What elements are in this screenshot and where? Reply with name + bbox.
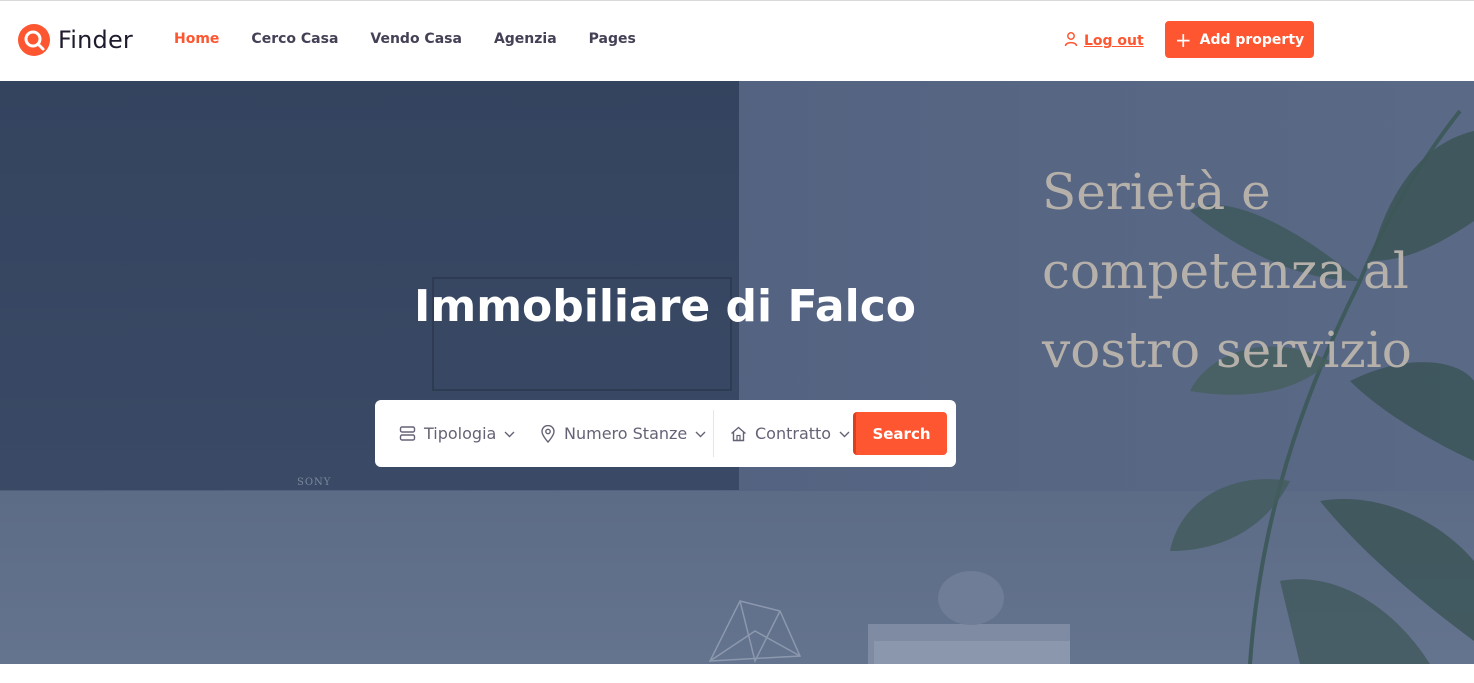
nav-item-pages[interactable]: Pages xyxy=(589,31,636,47)
nav-item-cerco-casa[interactable]: Cerco Casa xyxy=(251,31,338,47)
contratto-label: Contratto xyxy=(755,424,832,443)
numero-stanze-label: Numero Stanze xyxy=(564,424,688,443)
site-header: Finder Home Cerco Casa Vendo Casa Agenzi… xyxy=(0,1,1474,80)
user-icon xyxy=(1064,31,1078,51)
chevron-down-icon xyxy=(839,430,850,438)
hero-section: SONY Serietà e competenza al vostro serv… xyxy=(0,81,1474,664)
chevron-down-icon xyxy=(695,430,706,438)
search-divider xyxy=(713,410,714,457)
nav-item-home[interactable]: Home xyxy=(174,31,219,47)
geometric-decor-image xyxy=(708,600,802,664)
plus-icon: + xyxy=(1174,27,1192,52)
property-search-bar: Tipologia Numero Stanze Contratto Search xyxy=(375,400,956,467)
add-property-label: Add property xyxy=(1199,31,1305,48)
logout-label: Log out xyxy=(1084,33,1144,49)
tv-brand-text: SONY xyxy=(297,477,332,488)
hero-title: Immobiliare di Falco xyxy=(413,281,917,332)
logo[interactable]: Finder xyxy=(18,23,133,57)
hero-tagline: Serietà e competenza al vostro servizio xyxy=(1042,163,1412,379)
layers-icon xyxy=(399,425,416,442)
map-pin-icon xyxy=(540,424,556,443)
logout-link[interactable]: Log out xyxy=(1064,31,1144,51)
numero-stanze-dropdown[interactable]: Numero Stanze xyxy=(540,400,706,467)
chevron-down-icon xyxy=(504,430,515,438)
nav-item-vendo-casa[interactable]: Vendo Casa xyxy=(370,31,462,47)
add-property-button[interactable]: + Add property xyxy=(1165,21,1314,58)
nav-item-agenzia[interactable]: Agenzia xyxy=(494,31,557,47)
books-image-lower xyxy=(874,641,1070,664)
vase-image xyxy=(938,571,1004,625)
home-icon xyxy=(730,426,747,442)
contratto-dropdown[interactable]: Contratto xyxy=(730,400,850,467)
search-logo-icon xyxy=(18,24,50,56)
tipologia-label: Tipologia xyxy=(424,424,497,443)
logo-text: Finder xyxy=(58,26,134,54)
tipologia-dropdown[interactable]: Tipologia xyxy=(399,400,515,467)
search-button[interactable]: Search xyxy=(853,412,947,455)
main-nav: Home Cerco Casa Vendo Casa Agenzia Pages xyxy=(174,31,668,47)
